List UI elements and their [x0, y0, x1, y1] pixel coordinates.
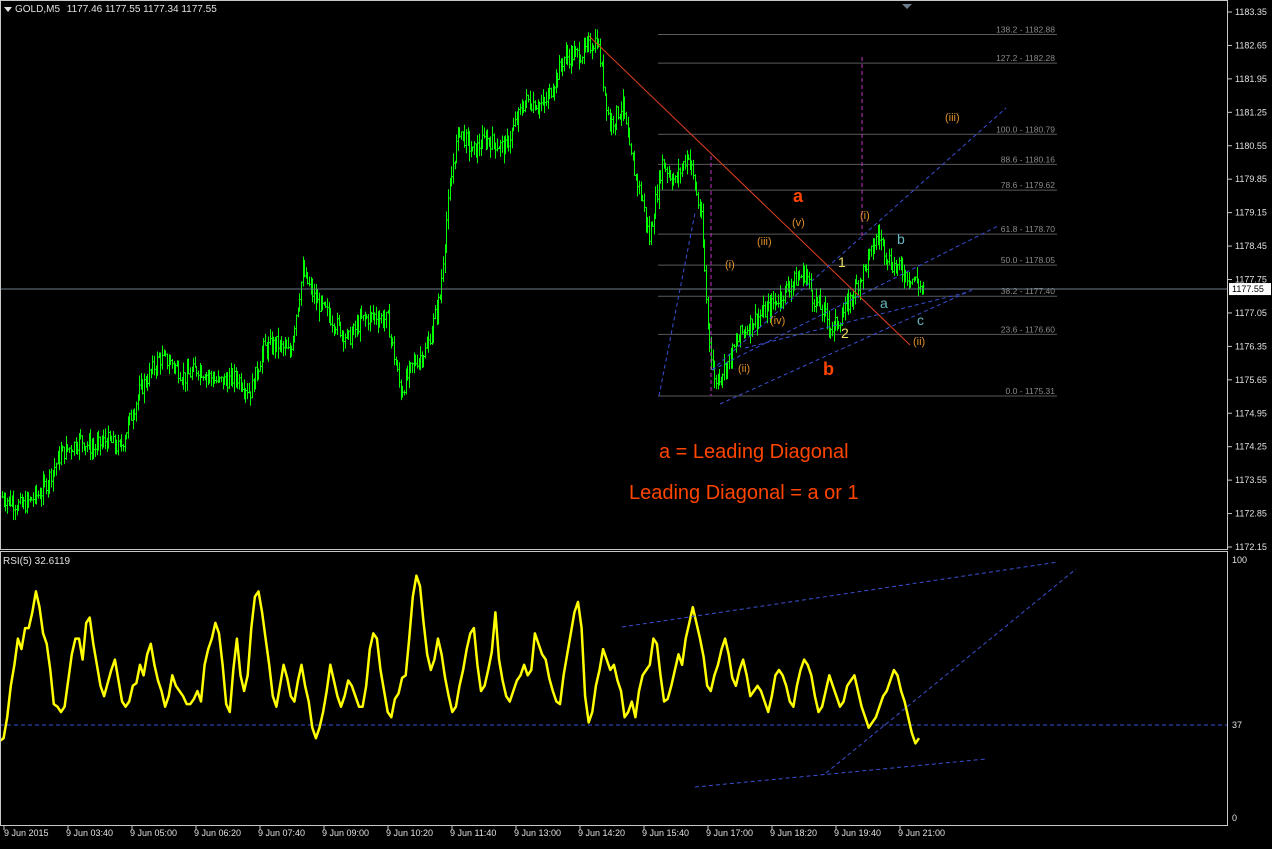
- wave-label: 1: [838, 254, 846, 270]
- rsi-title-text: RSI(5) 32.6119: [3, 556, 71, 567]
- time-tick-label: 9 Jun 06:20: [194, 828, 241, 838]
- time-tick-label: 9 Jun 03:40: [66, 828, 113, 838]
- wave-label: b: [897, 231, 905, 247]
- wave-label: (i): [860, 210, 870, 222]
- time-tick-label: 9 Jun 15:40: [642, 828, 689, 838]
- wave-label: (v): [792, 217, 805, 229]
- wave-label: a: [793, 186, 804, 206]
- time-tick-label: 9 Jun 07:40: [258, 828, 305, 838]
- price-tick-label: 1172.85: [1235, 509, 1267, 519]
- time-tick-label: 9 Jun 18:20: [770, 828, 817, 838]
- price-tick-label: 1179.85: [1235, 174, 1267, 184]
- fib-level-label: 61.8 - 1178.70: [1001, 224, 1055, 234]
- time-tick-label: 9 Jun 11:40: [450, 828, 496, 838]
- price-tick-label: 1178.45: [1235, 241, 1267, 251]
- rsi-tick-label: 100: [1232, 555, 1247, 565]
- symbol-title: GOLD,M5: [15, 4, 61, 15]
- price-tick-label: 1175.65: [1235, 375, 1267, 385]
- time-tick-label: 9 Jun 05:00: [130, 828, 177, 838]
- time-tick-label: 9 Jun 10:20: [386, 828, 433, 838]
- ohlc-quote: 1177.46 1177.55 1177.34 1177.55: [66, 4, 217, 15]
- price-tick-label: 1180.55: [1235, 141, 1267, 151]
- annotation-leading-diagonal: a = Leading Diagonal: [659, 441, 849, 464]
- fib-level-label: 78.6 - 1179.62: [1001, 180, 1055, 190]
- rsi-title: RSI(5) 32.6119: [3, 556, 70, 567]
- price-tick-label: 1172.15: [1235, 542, 1267, 552]
- fib-level-label: 100.0 - 1180.79: [996, 124, 1055, 134]
- rsi-tick-label: 37: [1232, 720, 1242, 730]
- time-tick-label: 9 Jun 09:00: [322, 828, 369, 838]
- wave-label: b: [823, 359, 834, 379]
- price-tick-label: 1177.75: [1235, 275, 1267, 285]
- fib-level-label: 50.0 - 1178.05: [1001, 255, 1055, 265]
- price-tick-label: 1177.05: [1235, 308, 1267, 318]
- wave-label: c: [917, 312, 924, 328]
- price-tick-label: 1174.25: [1235, 442, 1267, 452]
- annotation-2: Leading Diagonal = a or 1: [629, 482, 859, 504]
- price-chart[interactable]: 138.2 - 1182.88127.2 - 1182.28100.0 - 11…: [0, 0, 1272, 844]
- price-tick-label: 1181.95: [1235, 74, 1267, 84]
- time-tick-label: 9 Jun 19:40: [834, 828, 881, 838]
- chart-window[interactable]: 138.2 - 1182.88 127.2 - 1182.28 100.0 - 11…: [0, 0, 1272, 844]
- time-tick-label: 9 Jun 13:00: [514, 828, 561, 838]
- rsi-tick-label: 0: [1232, 813, 1237, 823]
- price-tick-label: 1181.25: [1235, 107, 1267, 117]
- wave-label: (iii): [757, 236, 772, 248]
- fib-level-label: 23.6 - 1176.60: [1001, 324, 1055, 334]
- fib-level-label: 127.2 - 1182.28: [996, 53, 1055, 63]
- triangle-down-icon[interactable]: [4, 6, 12, 12]
- price-tick-label: 1174.95: [1235, 408, 1267, 418]
- time-tick-label: 9 Jun 21:00: [898, 828, 945, 838]
- fib-level-label: 138.2 - 1182.88: [996, 24, 1055, 34]
- chart-header: GOLD,M5 1177.46 1177.55 1177.34 1177.55: [4, 4, 217, 15]
- wave-label: (iii): [945, 112, 960, 124]
- wave-label: (ii): [913, 336, 925, 348]
- wave-label: a: [880, 295, 888, 311]
- annotation-leading-diagonal-or: Leading Diagonal = a or 1: [629, 482, 859, 505]
- time-tick-label: 9 Jun 17:00: [706, 828, 753, 838]
- price-tick-label: 1182.65: [1235, 40, 1267, 50]
- annotation-1: a = Leading Diagonal: [659, 441, 849, 463]
- wave-label: (iv): [770, 315, 785, 327]
- wave-label: 2: [841, 325, 849, 341]
- wave-label: (i): [725, 259, 735, 271]
- price-tick-label: 1176.35: [1235, 341, 1267, 351]
- current-price-label: 1177.55: [1232, 284, 1264, 294]
- fib-level-label: 88.6 - 1180.16: [1001, 154, 1055, 164]
- wave-label: (ii): [738, 363, 750, 375]
- time-tick-label: 9 Jun 2015: [4, 828, 49, 838]
- fib-level-label: 0.0 - 1175.31: [1006, 386, 1056, 396]
- fib-level-label: 38.2 - 1177.40: [1001, 286, 1055, 296]
- price-tick-label: 1173.55: [1235, 475, 1267, 485]
- time-tick-label: 9 Jun 14:20: [578, 828, 625, 838]
- price-tick-label: 1179.15: [1235, 208, 1267, 218]
- price-tick-label: 1183.35: [1235, 7, 1267, 17]
